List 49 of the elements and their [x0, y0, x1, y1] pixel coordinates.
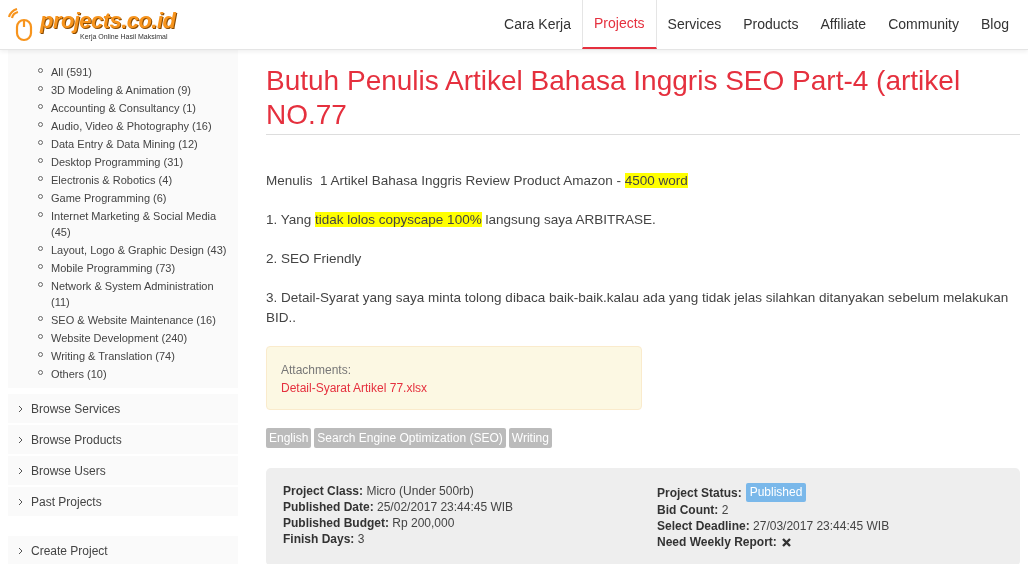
- category-link[interactable]: All (591): [51, 64, 92, 80]
- status-label: Project Status:: [657, 484, 742, 501]
- category-link[interactable]: SEO & Website Maintenance (16): [51, 312, 216, 328]
- chevron-right-icon: [18, 546, 23, 555]
- sidebar-link[interactable]: Past Projects: [8, 487, 238, 516]
- category-link[interactable]: Others (10): [51, 366, 107, 382]
- category-link[interactable]: Desktop Programming (31): [51, 154, 184, 170]
- attachments-label: Attachments:: [281, 362, 353, 379]
- paragraph: 1. Yang tidak lolos copyscape 100% langsung saya ARBITRASE.: [266, 211, 657, 229]
- category-link[interactable]: Website Development (240): [51, 330, 188, 346]
- category-link[interactable]: Writing & Translation (74): [51, 348, 175, 364]
- info-line: Published Budget: Rp 200,000: [283, 515, 456, 531]
- nav-link[interactable]: Affiliate: [809, 0, 878, 49]
- sidebar-link[interactable]: Create Project: [8, 536, 238, 564]
- project-title: Butuh Penulis Artikel Bahasa Inggris SEO Part-4 (artikel NO.77: [266, 50, 1020, 135]
- paragraph: 3. Detail-Syarat yang saya minta tolong dibaca baik-baik.kalau ada yang tidak jelas silahkan ditanyakan sebelum melakukan BID..: [266, 289, 1010, 327]
- category-link[interactable]: 3D Modeling & Animation (9): [51, 82, 191, 98]
- attachment-link[interactable]: Detail-Syarat Artikel 77.xlsx: [281, 379, 627, 397]
- nav-link[interactable]: Community: [877, 0, 970, 49]
- category-link[interactable]: Network & System Administration (11): [51, 278, 234, 310]
- chevron-right-icon: [18, 497, 23, 506]
- nav-link[interactable]: Products: [732, 0, 810, 49]
- category-link[interactable]: Data Entry & Data Mining (12): [51, 136, 198, 152]
- category-link[interactable]: Internet Marketing & Social Media (45): [51, 208, 234, 240]
- info-line: Bid Count: 2: [657, 502, 730, 518]
- category-link[interactable]: Electronis & Robotics (4): [51, 172, 173, 188]
- nav-link[interactable]: Projects: [582, 0, 657, 49]
- nav-link[interactable]: Blog: [969, 0, 1020, 49]
- info-line: Finish Days: 3: [283, 531, 366, 547]
- chevron-right-icon: [18, 435, 23, 444]
- nav-link[interactable]: Services: [656, 0, 733, 49]
- paragraph: Menulis 1 Artikel Bahasa Inggris Review Product Amazon - 4500 word: [266, 172, 689, 190]
- chevron-right-icon: [18, 404, 23, 413]
- nav-link[interactable]: Cara Kerja: [493, 0, 582, 49]
- category-link[interactable]: Game Programming (6): [51, 190, 167, 206]
- status-badge: Published: [745, 483, 807, 502]
- category-link[interactable]: Audio, Video & Photography (16): [51, 118, 212, 134]
- info-line: Published Date: 25/02/2017 23:44:45 WIB: [283, 499, 515, 515]
- paragraph: 2. SEO Friendly: [266, 250, 363, 268]
- sidebar-link[interactable]: Browse Products: [8, 425, 238, 454]
- chevron-right-icon: [18, 466, 23, 475]
- weekly-report-label: Need Weekly Report:: [657, 534, 777, 550]
- category-link[interactable]: Layout, Logo & Graphic Design (43): [51, 242, 227, 258]
- sidebar-link[interactable]: Browse Services: [8, 394, 238, 423]
- category-link[interactable]: Mobile Programming (73): [51, 260, 176, 276]
- info-line: Project Class: Micro (Under 500rb): [283, 483, 475, 499]
- category-link[interactable]: Accounting & Consultancy (1): [51, 100, 196, 116]
- info-line: Select Deadline: 27/03/2017 23:44:45 WIB: [657, 518, 890, 534]
- sidebar-link[interactable]: Browse Users: [8, 456, 238, 485]
